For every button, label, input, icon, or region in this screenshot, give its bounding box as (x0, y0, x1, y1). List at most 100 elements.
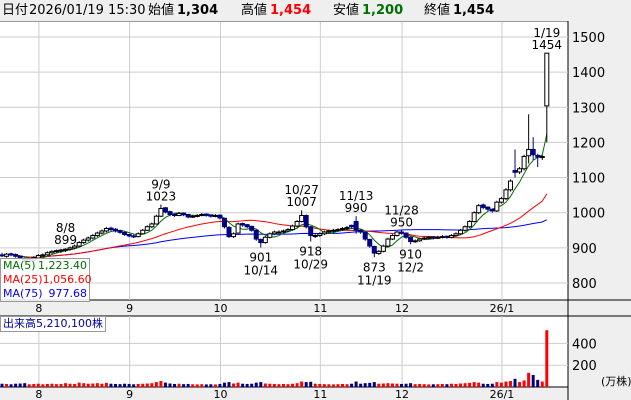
candle-body (439, 236, 445, 239)
volume-bar (191, 384, 195, 387)
candle-body (240, 223, 246, 226)
volume-bar (41, 384, 45, 387)
volume-bar (127, 383, 131, 387)
candle-body (0, 254, 5, 257)
volume-bar (400, 383, 404, 387)
candle-body (312, 235, 318, 238)
volume-bar (449, 383, 453, 387)
candle-body (376, 250, 382, 254)
candle-body (435, 236, 441, 239)
candle-body (526, 148, 532, 157)
candle-body (226, 226, 232, 238)
annotation-label: 10/29 (293, 258, 328, 272)
price-tick-label: 1000 (572, 207, 605, 222)
volume-bar (163, 382, 167, 387)
month-tick-label: 9 (126, 388, 133, 400)
annotation-label: 11/19 (357, 273, 392, 287)
volume-bar (263, 383, 267, 387)
volume-bar (291, 383, 295, 387)
candle-body (303, 215, 309, 228)
candle-body (448, 235, 454, 238)
volume-bar (277, 384, 281, 387)
candle-body (271, 231, 277, 235)
volume-bar (195, 384, 199, 387)
volume-bar (295, 383, 299, 387)
candle-body (49, 250, 55, 254)
volume-bar (309, 381, 313, 387)
candle-body (44, 252, 50, 256)
candle-body (308, 226, 314, 237)
volume-bar (259, 382, 263, 387)
candle-body (13, 254, 19, 257)
volume-bar (463, 383, 467, 387)
candle-body (126, 233, 132, 237)
candle-body (494, 201, 500, 212)
candle-body (267, 233, 273, 238)
month-axis-bg (0, 300, 568, 316)
volume-bar (91, 383, 95, 387)
candle-body (285, 229, 291, 232)
candle-body (212, 215, 218, 218)
volume-bar (14, 383, 18, 387)
candle-body (498, 198, 504, 203)
volume-bar (32, 383, 36, 387)
ma75-label: MA(75) (3, 287, 43, 300)
volume-bar (472, 382, 476, 387)
volume-bar (504, 381, 508, 387)
candle-body (353, 220, 359, 231)
volume-bar (150, 383, 154, 387)
candle-body (317, 233, 323, 237)
candle-body (535, 154, 541, 158)
volume-bar (304, 382, 308, 387)
volume-bar (27, 384, 31, 387)
annotation-label: 918 (299, 245, 322, 259)
volume-bar (300, 381, 304, 387)
candle-body (135, 233, 141, 238)
volume-bar (95, 383, 99, 387)
candle-body (421, 237, 427, 240)
ma5-legend: MA(5) 1,223.40 (1, 259, 89, 273)
volume-bar (118, 384, 122, 387)
candle-body (290, 225, 296, 231)
volume-bar (345, 384, 349, 387)
volume-bar (313, 383, 317, 387)
annotation-label: 1023 (146, 190, 177, 204)
candle-body (181, 212, 187, 216)
volume-bar (459, 383, 463, 387)
month-tick-label: 10 (213, 302, 227, 315)
candle-body (172, 213, 178, 217)
volume-bar (522, 380, 526, 387)
candle-body (544, 52, 550, 107)
month-tick-label: 8 (35, 302, 42, 315)
volume-bar (413, 384, 417, 387)
volume-bar (336, 384, 340, 387)
ma75-legend: MA(75) 977.68 (1, 287, 89, 301)
volume-bar (5, 383, 9, 387)
candle-body (335, 229, 341, 232)
volume-bar (77, 382, 81, 387)
candle-body (426, 236, 432, 239)
volume-bar (477, 382, 481, 387)
volume-bar (177, 383, 181, 387)
volume-bar (363, 383, 367, 387)
candle-body (362, 231, 368, 240)
volume-bar (281, 383, 285, 387)
volume-bar (490, 383, 494, 387)
volume-bar (422, 384, 426, 387)
volume-bar (508, 381, 512, 387)
candle-body (231, 233, 237, 238)
volume-bar (318, 383, 322, 387)
annotation-label: 12/2 (397, 260, 424, 274)
volume-bar (418, 383, 422, 387)
candle-body (371, 245, 377, 254)
volume-value: 5,210,100株 (36, 317, 103, 330)
volume-bar (204, 384, 208, 387)
candle-body (358, 229, 364, 233)
candle-body (299, 215, 305, 222)
volume-bar (109, 383, 113, 387)
candle-body (453, 233, 459, 237)
candle-body (117, 230, 123, 233)
volume-bar (159, 381, 163, 387)
volume-bar (341, 383, 344, 387)
candle-body (85, 237, 91, 241)
